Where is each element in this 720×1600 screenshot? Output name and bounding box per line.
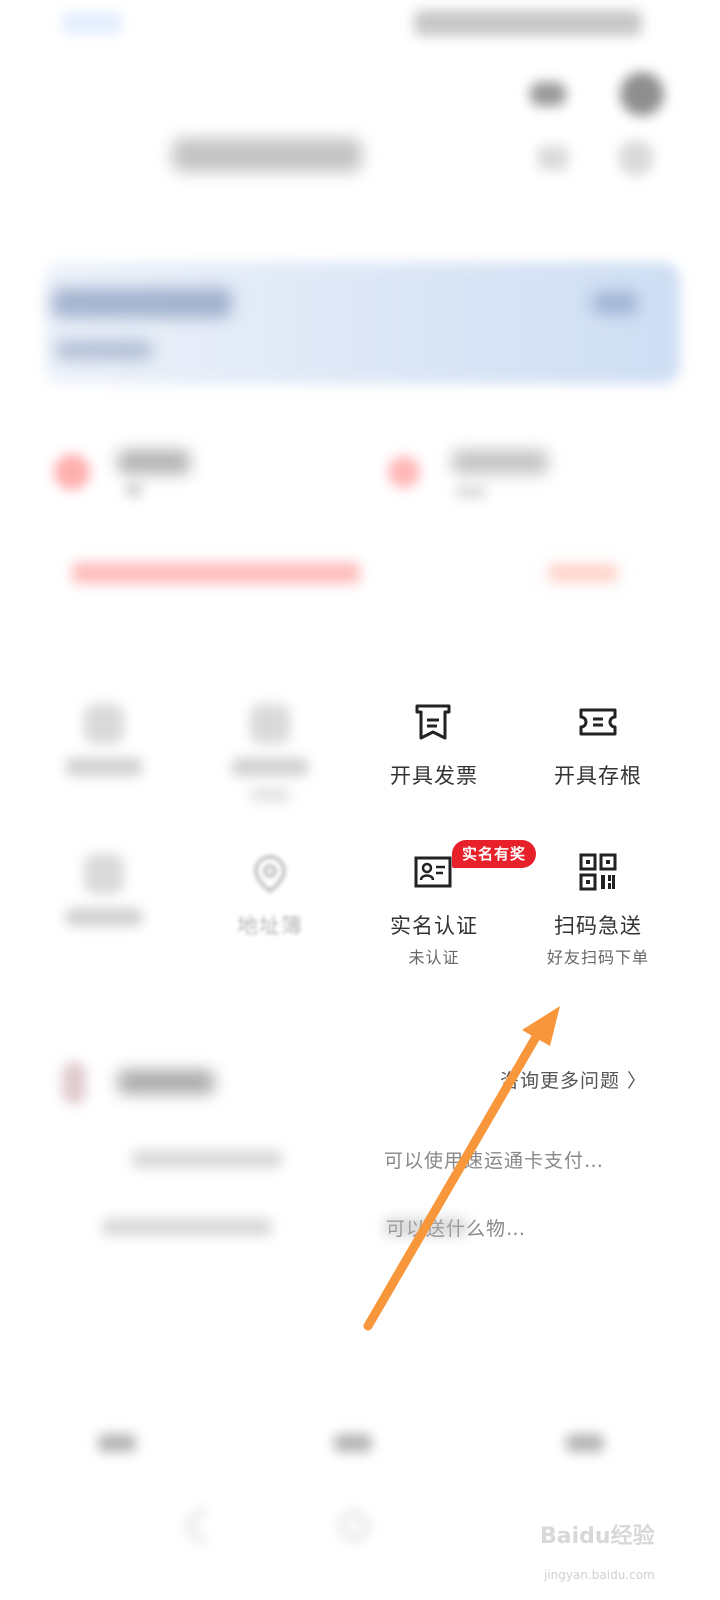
service-icon	[84, 704, 124, 744]
service-sub	[250, 788, 290, 802]
service-real-name-status: 未认证	[408, 948, 460, 967]
tab-send[interactable]	[334, 1434, 372, 1452]
stat-points-value	[456, 486, 486, 498]
promo-text	[72, 562, 360, 584]
service-icon	[250, 704, 290, 744]
tab-mine[interactable]	[566, 1434, 604, 1452]
banner-title	[52, 288, 232, 318]
address-book-label: 地址簿	[237, 914, 303, 938]
question-blur-prefix	[384, 1218, 468, 1236]
promo-button-label	[548, 564, 618, 582]
service-stub-label: 开具存根	[554, 764, 642, 788]
help-title	[118, 1070, 214, 1094]
question-item[interactable]: 可以使用速运通卡支付…	[384, 1146, 604, 1173]
message-icon[interactable]	[538, 146, 568, 170]
avatar[interactable]	[620, 72, 664, 116]
arrow-head	[522, 1006, 560, 1046]
id-card-icon	[414, 856, 452, 888]
banner-button[interactable]	[592, 292, 638, 314]
membership-banner[interactable]	[44, 262, 680, 384]
service-blurred-1[interactable]	[14, 704, 194, 844]
service-blurred-2[interactable]	[180, 704, 360, 844]
status-bar-right	[414, 10, 642, 36]
service-scan-delivery-sub: 好友扫码下单	[546, 948, 649, 967]
stat-coupon-value	[126, 484, 142, 496]
service-blurred-3[interactable]	[14, 854, 194, 994]
ticket-stub-icon	[579, 708, 617, 736]
location-pin-icon	[254, 855, 286, 893]
settings-icon[interactable]	[618, 140, 654, 176]
banner-subtitle	[56, 340, 152, 360]
stat-points-title[interactable]	[452, 450, 548, 474]
service-label	[66, 908, 142, 926]
nav-home-icon[interactable]	[340, 1512, 368, 1540]
tab-home[interactable]	[98, 1434, 136, 1452]
question-item[interactable]	[132, 1150, 282, 1168]
help-service-icon	[62, 1062, 86, 1104]
service-scan-delivery-label: 扫码急送	[554, 914, 642, 938]
service-label	[232, 758, 308, 776]
reward-badge: 实名有奖	[452, 840, 537, 868]
watermark-domain: jingyan.baidu.com	[544, 1568, 655, 1582]
status-bar-left	[62, 12, 122, 34]
service-invoice-label: 开具发票	[390, 764, 478, 788]
coupon-icon	[54, 454, 90, 490]
more-questions-link[interactable]: 咨询更多问题 〉	[500, 1066, 647, 1093]
points-icon	[388, 456, 420, 488]
watermark-brand: Baidu经验	[540, 1524, 655, 1549]
service-icon	[84, 854, 124, 894]
question-item[interactable]	[102, 1218, 272, 1236]
service-label	[66, 758, 142, 776]
service-real-name-label: 实名认证	[390, 914, 478, 938]
nav-back-icon[interactable]	[184, 1506, 224, 1546]
username	[172, 138, 362, 172]
header-action-icon[interactable]	[530, 82, 566, 106]
invoice-icon	[415, 704, 451, 740]
qr-code-icon	[579, 853, 617, 891]
stat-coupon-title[interactable]	[118, 450, 190, 474]
